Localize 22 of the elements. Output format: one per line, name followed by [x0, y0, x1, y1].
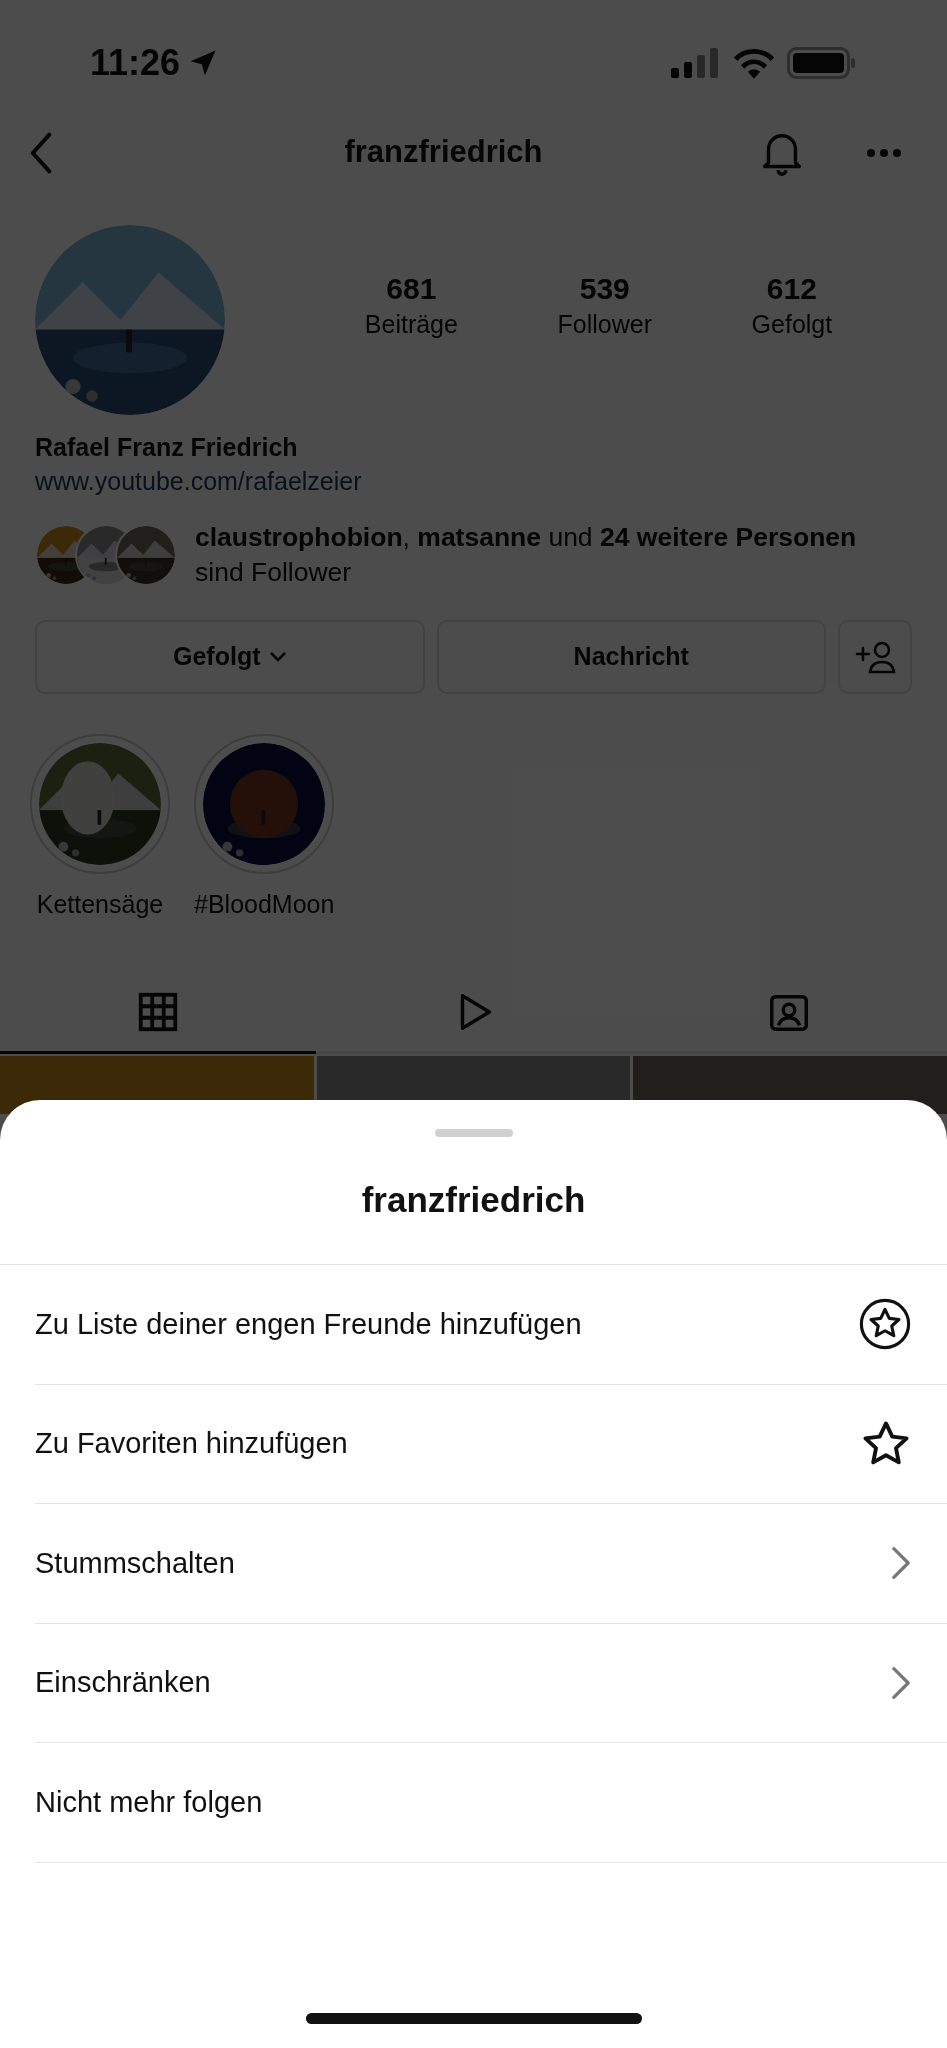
menu-item[interactable]: Einschränken	[35, 1623, 947, 1743]
clock-time: 11:26	[90, 40, 181, 85]
stat-count: 539	[579, 271, 630, 307]
stat-label: Gefolgt	[751, 309, 833, 340]
menu-item[interactable]: Zu Liste deiner engen Freunde hinzufügen	[35, 1265, 947, 1385]
stat-count: 612	[766, 271, 817, 307]
star-circle-icon	[858, 1297, 912, 1352]
stat-label: Follower	[557, 309, 652, 340]
menu-item[interactable]: Zu Favoriten hinzufügen	[35, 1384, 947, 1504]
menu-item[interactable]: Stummschalten	[35, 1504, 947, 1624]
stat-label: Beiträge	[364, 309, 458, 340]
profile-username: franzfriedrich	[344, 133, 543, 172]
chevron-right-icon	[890, 1664, 912, 1701]
sheet-title: franzfriedrich	[361, 1179, 586, 1222]
highlight-label: #BloodMoon	[194, 889, 335, 920]
drag-handle[interactable]	[434, 1129, 513, 1137]
chevron-right-icon	[890, 1545, 912, 1582]
menu-item[interactable]: Nicht mehr folgen	[35, 1743, 947, 1863]
profile-name: Rafael Franz Friedrich	[35, 432, 298, 463]
highlight-label: Kettensäge	[36, 889, 164, 920]
stat-count: 681	[386, 271, 437, 307]
followers-summary: claustrophobion, matsanne und 24 weitere Personen sind Follower	[195, 521, 858, 589]
